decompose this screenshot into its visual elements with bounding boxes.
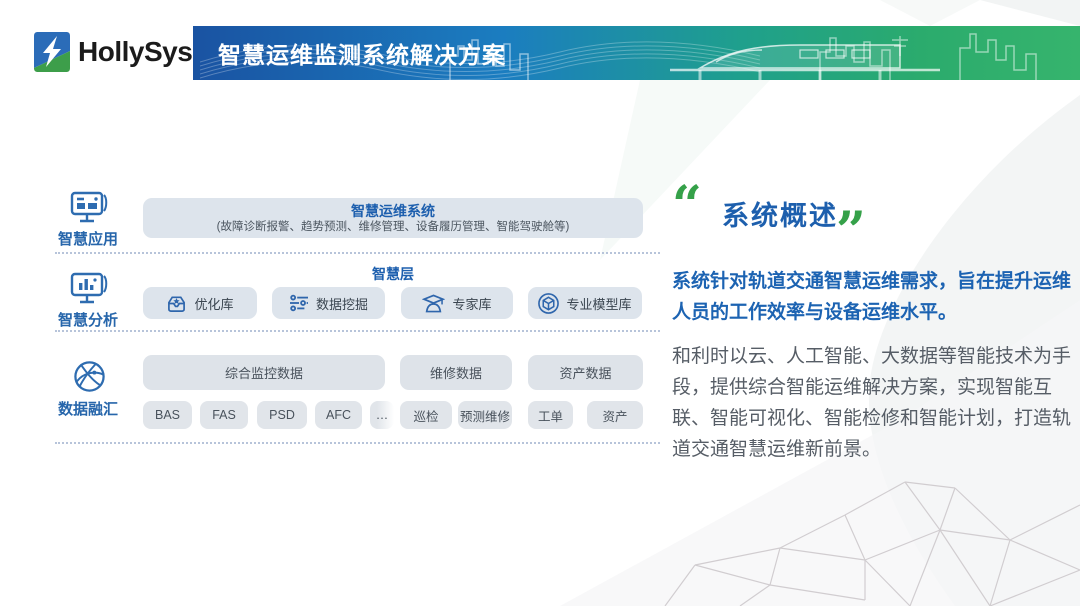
overview-body-paragraph: 和利时以云、人工智能、大数据等智能技术为手段，提供综合智能运维解决方案，实现智能…	[672, 341, 1080, 465]
open-quote-icon: “	[672, 180, 702, 232]
title-banner: 智慧运维监测系统解决方案	[193, 26, 1080, 80]
data-group-asset: 资产数据	[528, 355, 643, 390]
page-title: 智慧运维监测系统解决方案	[218, 26, 506, 80]
capability-box-optimization: 优化库	[143, 287, 257, 319]
capability-box-data-mining: 数据挖掘	[272, 287, 385, 319]
logo-text: HollySys	[78, 36, 192, 68]
smart-om-system-title: 智慧运维系统	[351, 202, 435, 220]
capability-label: 优化库	[194, 294, 233, 313]
data-item-workorder: 工单	[528, 401, 573, 429]
expert-library-icon	[422, 294, 445, 313]
capability-label: 专家库	[452, 294, 491, 313]
data-mining-icon	[289, 294, 309, 312]
data-item-psd: PSD	[257, 401, 307, 429]
data-group-maintenance: 维修数据	[400, 355, 512, 390]
smart-layer-title: 智慧层	[143, 264, 643, 284]
data-group-monitoring: 综合监控数据	[143, 355, 385, 390]
data-item-more: …	[370, 401, 394, 429]
model-library-icon	[538, 293, 559, 314]
data-item-inspection: 巡检	[400, 401, 452, 429]
dotted-divider	[55, 442, 660, 444]
capability-label: 专业模型库	[566, 294, 631, 313]
hollysys-logo: HollySys	[33, 31, 192, 73]
row-label-data-fusion: 数据融汇	[50, 398, 126, 419]
dotted-divider	[55, 252, 660, 254]
data-item-predictive: 预测维修	[458, 401, 512, 429]
data-item-bas: BAS	[143, 401, 192, 429]
monitor-chart-icon	[70, 272, 108, 308]
overview-highlight-paragraph: 系统针对轨道交通智慧运维需求，旨在提升运维人员的工作效率与设备运维水平。	[672, 266, 1080, 328]
close-quote-icon: ”	[836, 206, 866, 258]
hollysys-logo-icon	[33, 31, 71, 73]
monitor-dashboard-icon	[70, 191, 108, 227]
data-item-asset: 资产	[587, 401, 643, 429]
capability-label: 数据挖掘	[316, 294, 368, 313]
row-label-smart-analysis: 智慧分析	[50, 309, 126, 330]
smart-om-system-box: 智慧运维系统 (故障诊断报警、趋势预测、维修管理、设备履历管理、智能驾驶舱等)	[143, 198, 643, 238]
globe-icon	[72, 359, 107, 394]
smart-om-system-subtitle: (故障诊断报警、趋势预测、维修管理、设备履历管理、智能驾驶舱等)	[217, 220, 570, 235]
optimization-library-icon	[166, 294, 187, 313]
overview-title: 系统概述	[722, 194, 838, 233]
capability-box-model: 专业模型库	[528, 287, 642, 319]
data-item-fas: FAS	[200, 401, 248, 429]
row-label-smart-application: 智慧应用	[50, 228, 126, 249]
dotted-divider	[55, 330, 660, 332]
data-item-afc: AFC	[315, 401, 362, 429]
capability-box-expert: 专家库	[401, 287, 513, 319]
